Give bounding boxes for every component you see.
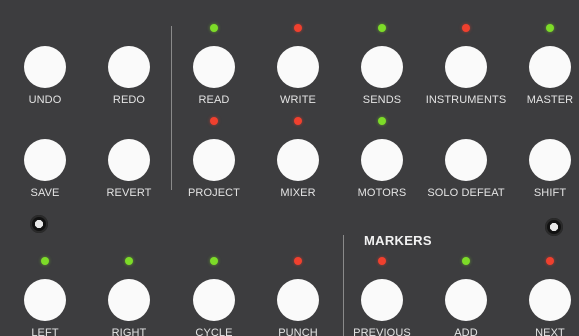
write-unit: WRITE [256,24,340,114]
right-label: RIGHT [111,327,147,336]
project-led-indicator [210,117,218,125]
instruments-unit: INSTRUMENTS [424,24,508,114]
read-button[interactable] [193,46,235,88]
save-label: SAVE [30,187,60,199]
solo-defeat-unit: SOLO DEFEAT [424,117,508,207]
markers-title: MARKERS [364,233,432,248]
motors-button[interactable] [361,139,403,181]
revert-button[interactable] [108,139,150,181]
motors-label: MOTORS [357,187,407,199]
master-led-indicator [546,24,554,32]
revert-label: REVERT [106,187,152,199]
right-unit: RIGHT [87,257,171,336]
solo-defeat-button[interactable] [445,139,487,181]
previous-unit: PREVIOUS [340,257,424,336]
previous-label: PREVIOUS [353,327,411,336]
shift-unit: SHIFT [508,117,579,207]
revert-unit: REVERT [87,117,171,207]
left-button[interactable] [24,279,66,321]
right-led-indicator [125,257,133,265]
project-unit: PROJECT [172,117,256,207]
save-button[interactable] [24,139,66,181]
divider-upper [171,26,172,190]
punch-led-indicator [294,257,302,265]
punch-unit: PUNCH [256,257,340,336]
read-unit: READ [172,24,256,114]
add-button[interactable] [445,279,487,321]
undo-unit: UNDO [3,24,87,114]
read-led-indicator [210,24,218,32]
instruments-led-indicator [462,24,470,32]
next-unit: NEXT [508,257,579,336]
next-led-indicator [546,257,554,265]
left-led-indicator [41,257,49,265]
project-label: PROJECT [187,187,241,199]
solo-defeat-label: SOLO DEFEAT [427,187,505,199]
project-button[interactable] [193,139,235,181]
next-label: NEXT [535,327,565,336]
redo-button[interactable] [108,46,150,88]
sends-label: SENDS [362,94,402,106]
previous-led-indicator [378,257,386,265]
sends-unit: SENDS [340,24,424,114]
redo-label: REDO [112,94,146,106]
read-label: READ [198,94,230,106]
motors-led-indicator [378,117,386,125]
shift-button[interactable] [529,139,571,181]
mixer-led-indicator [294,117,302,125]
save-unit: SAVE [3,117,87,207]
punch-label: PUNCH [278,327,318,336]
cycle-unit: CYCLE [172,257,256,336]
write-led-indicator [294,24,302,32]
previous-button[interactable] [361,279,403,321]
instruments-label: INSTRUMENTS [425,94,507,106]
screw-left-icon [30,215,48,233]
add-unit: ADD [424,257,508,336]
master-label: MASTER [526,94,574,106]
cycle-button[interactable] [193,279,235,321]
sends-led-indicator [378,24,386,32]
undo-label: UNDO [28,94,62,106]
cycle-label: CYCLE [195,327,233,336]
write-label: WRITE [280,94,316,106]
mixer-button[interactable] [277,139,319,181]
punch-button[interactable] [277,279,319,321]
cycle-led-indicator [210,257,218,265]
shift-label: SHIFT [533,187,567,199]
right-button[interactable] [108,279,150,321]
write-button[interactable] [277,46,319,88]
left-label: LEFT [31,327,59,336]
instruments-button[interactable] [445,46,487,88]
mixer-unit: MIXER [256,117,340,207]
screw-right-icon [545,218,563,236]
master-unit: MASTER [508,24,579,114]
motors-unit: MOTORS [340,117,424,207]
control-panel: UNDO REDO READ WRITE SENDS INSTRUMENTS M… [0,0,579,336]
add-led-indicator [462,257,470,265]
undo-button[interactable] [24,46,66,88]
next-button[interactable] [529,279,571,321]
left-unit: LEFT [3,257,87,336]
master-button[interactable] [529,46,571,88]
sends-button[interactable] [361,46,403,88]
add-label: ADD [454,327,478,336]
mixer-label: MIXER [280,187,316,199]
redo-unit: REDO [87,24,171,114]
